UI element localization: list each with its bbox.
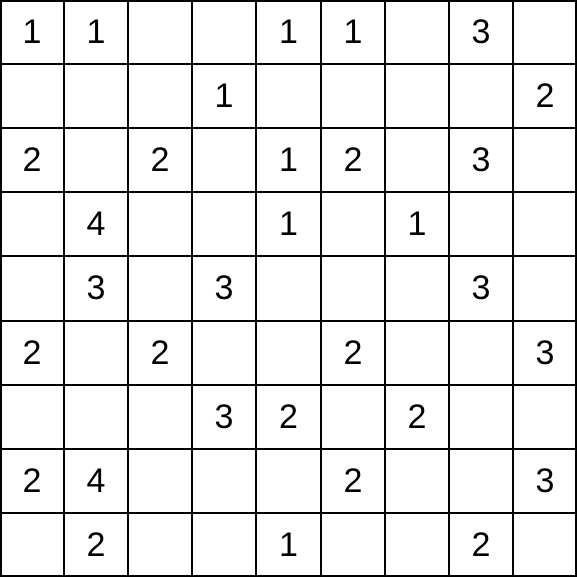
cell-2-6[interactable]	[385, 128, 449, 192]
cell-6-6[interactable]: 2	[385, 385, 449, 449]
cell-7-3[interactable]	[192, 449, 256, 513]
cell-6-2[interactable]	[128, 385, 192, 449]
cell-5-8[interactable]: 3	[513, 321, 577, 385]
cell-7-7[interactable]	[449, 449, 513, 513]
cell-2-2[interactable]: 2	[128, 128, 192, 192]
cell-8-6[interactable]	[385, 513, 449, 577]
cell-6-3[interactable]: 3	[192, 385, 256, 449]
cell-1-8[interactable]: 2	[513, 64, 577, 128]
cell-8-4[interactable]: 1	[256, 513, 321, 577]
cell-0-3[interactable]	[192, 0, 256, 64]
cell-7-0[interactable]: 2	[0, 449, 64, 513]
cell-0-4[interactable]: 1	[256, 0, 321, 64]
cell-1-3[interactable]: 1	[192, 64, 256, 128]
cell-3-7[interactable]	[449, 192, 513, 256]
cell-1-2[interactable]	[128, 64, 192, 128]
cell-2-1[interactable]	[64, 128, 128, 192]
cell-6-4[interactable]: 2	[256, 385, 321, 449]
cell-0-6[interactable]	[385, 0, 449, 64]
cell-8-7[interactable]: 2	[449, 513, 513, 577]
cell-3-1[interactable]: 4	[64, 192, 128, 256]
cell-8-0[interactable]	[0, 513, 64, 577]
cell-1-6[interactable]	[385, 64, 449, 128]
cell-5-3[interactable]	[192, 321, 256, 385]
cell-8-8[interactable]	[513, 513, 577, 577]
cell-4-6[interactable]	[385, 256, 449, 321]
cell-2-7[interactable]: 3	[449, 128, 513, 192]
cell-5-6[interactable]	[385, 321, 449, 385]
cell-4-8[interactable]	[513, 256, 577, 321]
cell-6-8[interactable]	[513, 385, 577, 449]
cell-8-2[interactable]	[128, 513, 192, 577]
cell-4-2[interactable]	[128, 256, 192, 321]
cell-4-7[interactable]: 3	[449, 256, 513, 321]
cell-5-1[interactable]	[64, 321, 128, 385]
cell-0-2[interactable]	[128, 0, 192, 64]
cell-6-5[interactable]	[321, 385, 385, 449]
cell-2-5[interactable]: 2	[321, 128, 385, 192]
cell-7-4[interactable]	[256, 449, 321, 513]
cell-0-1[interactable]: 1	[64, 0, 128, 64]
cell-0-5[interactable]: 1	[321, 0, 385, 64]
cell-0-8[interactable]	[513, 0, 577, 64]
cell-0-7[interactable]: 3	[449, 0, 513, 64]
cell-6-7[interactable]	[449, 385, 513, 449]
cell-7-2[interactable]	[128, 449, 192, 513]
cell-3-0[interactable]	[0, 192, 64, 256]
cell-3-2[interactable]	[128, 192, 192, 256]
cell-7-1[interactable]: 4	[64, 449, 128, 513]
cell-8-3[interactable]	[192, 513, 256, 577]
cell-7-6[interactable]	[385, 449, 449, 513]
cell-7-5[interactable]: 2	[321, 449, 385, 513]
cell-1-4[interactable]	[256, 64, 321, 128]
cell-5-7[interactable]	[449, 321, 513, 385]
cell-2-3[interactable]	[192, 128, 256, 192]
cell-4-5[interactable]	[321, 256, 385, 321]
cell-5-4[interactable]	[256, 321, 321, 385]
cell-1-0[interactable]	[0, 64, 64, 128]
cell-2-8[interactable]	[513, 128, 577, 192]
cell-6-1[interactable]	[64, 385, 128, 449]
cell-3-3[interactable]	[192, 192, 256, 256]
cell-4-3[interactable]: 3	[192, 256, 256, 321]
cell-5-5[interactable]: 2	[321, 321, 385, 385]
cell-1-5[interactable]	[321, 64, 385, 128]
cell-4-0[interactable]	[0, 256, 64, 321]
cell-4-4[interactable]	[256, 256, 321, 321]
cell-2-0[interactable]: 2	[0, 128, 64, 192]
cell-1-7[interactable]	[449, 64, 513, 128]
cell-3-4[interactable]: 1	[256, 192, 321, 256]
cell-3-5[interactable]	[321, 192, 385, 256]
cell-2-4[interactable]: 1	[256, 128, 321, 192]
cell-0-0[interactable]: 1	[0, 0, 64, 64]
cell-3-6[interactable]: 1	[385, 192, 449, 256]
cell-8-1[interactable]: 2	[64, 513, 128, 577]
puzzle-grid: 11113122212341133322233222423212	[0, 0, 577, 577]
cell-7-8[interactable]: 3	[513, 449, 577, 513]
cell-1-1[interactable]	[64, 64, 128, 128]
cell-4-1[interactable]: 3	[64, 256, 128, 321]
cell-6-0[interactable]	[0, 385, 64, 449]
cell-5-2[interactable]: 2	[128, 321, 192, 385]
cell-3-8[interactable]	[513, 192, 577, 256]
cell-5-0[interactable]: 2	[0, 321, 64, 385]
cell-8-5[interactable]	[321, 513, 385, 577]
